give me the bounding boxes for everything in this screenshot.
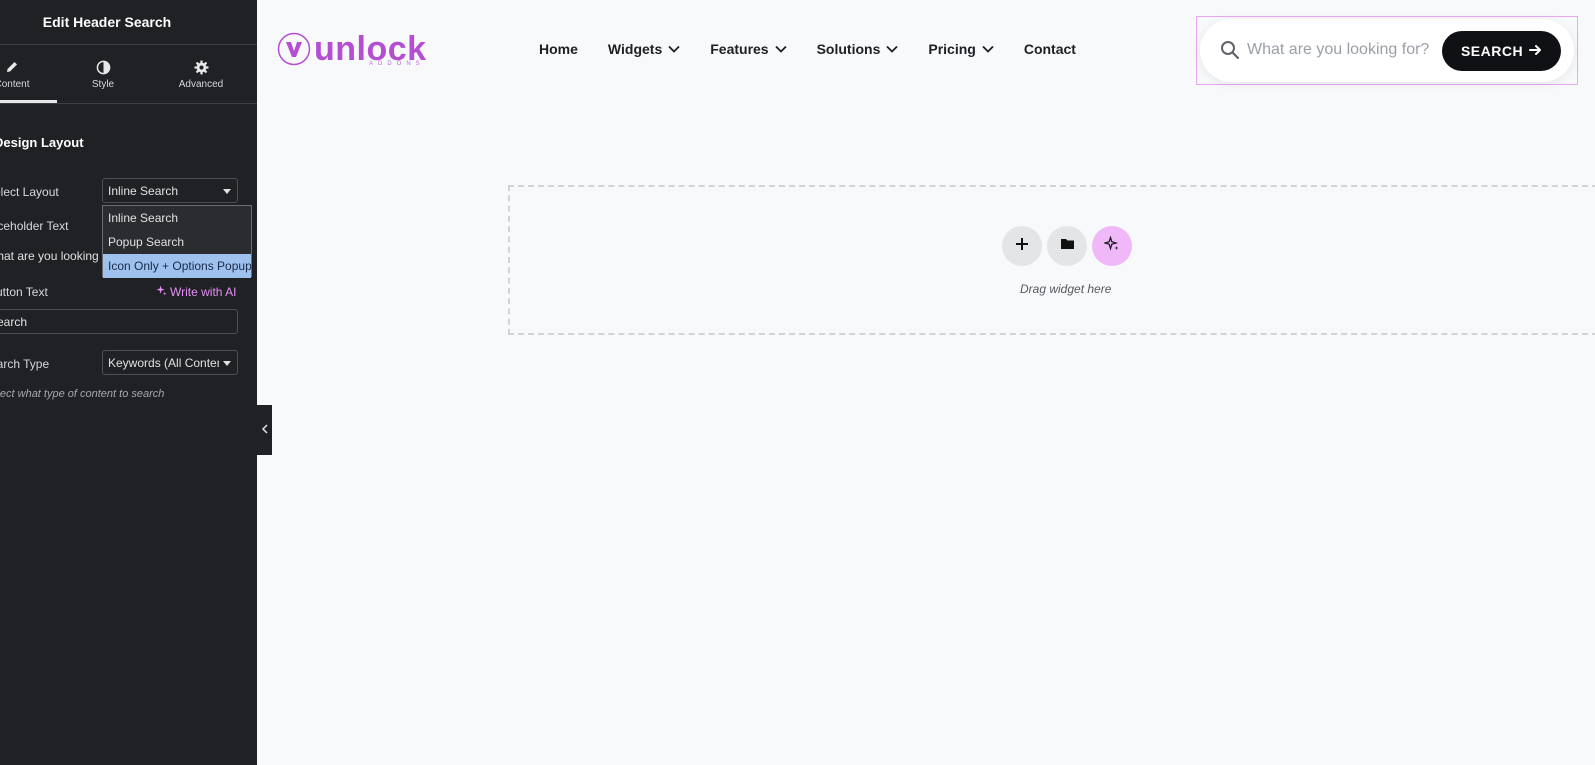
nav-label: Features (710, 41, 769, 57)
chevron-down-icon (668, 45, 680, 53)
header-search-bar[interactable]: What are you looking for? SEARCH (1200, 19, 1574, 82)
dropdown-option-popup[interactable]: Popup Search (103, 230, 251, 254)
write-with-ai-link[interactable]: Write with AI (156, 285, 236, 299)
chevron-down-icon (982, 45, 994, 53)
placeholder-label: Placeholder Text (0, 219, 69, 233)
nav-solutions[interactable]: Solutions (817, 41, 899, 57)
caret-down-icon (223, 361, 231, 366)
button-text-input[interactable]: Search (0, 309, 238, 334)
widget-drop-zone[interactable] (508, 185, 1595, 335)
search-icon (1220, 40, 1240, 65)
layout-label: Select Layout (0, 185, 59, 199)
search-button[interactable]: SEARCH (1442, 31, 1561, 71)
layout-select[interactable]: Inline Search (102, 178, 238, 203)
panel-title: Edit Header Search (42, 14, 172, 30)
tab-content[interactable]: Content (0, 45, 57, 103)
tab-label: Content (0, 79, 30, 90)
tab-advanced[interactable]: Advanced (156, 45, 246, 103)
tab-style[interactable]: Style (58, 45, 148, 103)
chevron-down-icon (886, 45, 899, 53)
nav-widgets[interactable]: Widgets (608, 41, 680, 57)
collapse-panel-button[interactable] (257, 405, 272, 455)
tab-label: Style (91, 79, 115, 90)
folder-icon (1060, 237, 1075, 255)
layout-dropdown-menu: Inline Search Popup Search Icon Only + O… (102, 205, 252, 278)
nav-contact[interactable]: Contact (1024, 41, 1076, 57)
logo-mark-icon (277, 32, 311, 71)
write-with-ai-label: Write with AI (170, 285, 237, 299)
layout-select-value: Inline Search (108, 183, 179, 198)
button-text-input-value: Search (0, 314, 28, 329)
caret-down-icon (223, 189, 231, 194)
search-type-select[interactable]: Keywords (All Content) (102, 350, 238, 375)
add-template-button[interactable] (1047, 226, 1087, 266)
arrow-right-icon (1529, 43, 1542, 59)
nav-pricing[interactable]: Pricing (928, 41, 994, 57)
search-type-label: Search Type (0, 357, 50, 371)
sparkle-icon (1102, 234, 1120, 257)
dropdown-option-inline[interactable]: Inline Search (103, 206, 251, 230)
nav-label: Pricing (928, 41, 976, 57)
main-nav: Home Widgets Features Solutions Pricing … (539, 41, 1106, 57)
divider (0, 103, 257, 104)
chevron-down-icon (774, 45, 787, 53)
pencil-icon (5, 58, 19, 76)
half-circle-icon (96, 58, 111, 76)
chevron-left-icon (261, 421, 269, 439)
sparkle-icon (156, 285, 167, 299)
editor-sidebar: Edit Header Search Content Style (0, 0, 257, 765)
search-type-hint: Select what type of content to search (0, 388, 165, 400)
panel-tabs: Content Style A (0, 45, 257, 103)
add-section-button[interactable] (1002, 226, 1042, 266)
search-button-label: SEARCH (1460, 43, 1524, 59)
nav-label: Home (539, 41, 578, 57)
site-logo[interactable]: unlock ADDONS (277, 32, 427, 71)
section-title: Design Layout (0, 135, 84, 150)
nav-features[interactable]: Features (710, 41, 787, 57)
plus-icon (1015, 237, 1029, 256)
gear-icon (193, 58, 209, 76)
search-type-select-value: Keywords (All Content) (108, 355, 219, 370)
button-text-label: Button Text (0, 285, 48, 299)
nav-label: Solutions (816, 41, 881, 57)
nav-label: Widgets (607, 41, 663, 57)
site-header: unlock ADDONS Home Widgets Features Solu… (257, 0, 1595, 100)
ai-generate-button[interactable] (1092, 226, 1132, 266)
nav-home[interactable]: Home (539, 41, 578, 57)
tab-label: Advanced (178, 79, 224, 90)
dropdown-option-icon-only[interactable]: Icon Only + Options Popup (103, 254, 252, 278)
drop-zone-label: Drag widget here (1020, 282, 1112, 296)
search-input[interactable]: What are you looking for? (1247, 41, 1429, 59)
nav-label: Contact (1023, 41, 1076, 57)
logo-subtext: ADDONS (369, 61, 425, 67)
